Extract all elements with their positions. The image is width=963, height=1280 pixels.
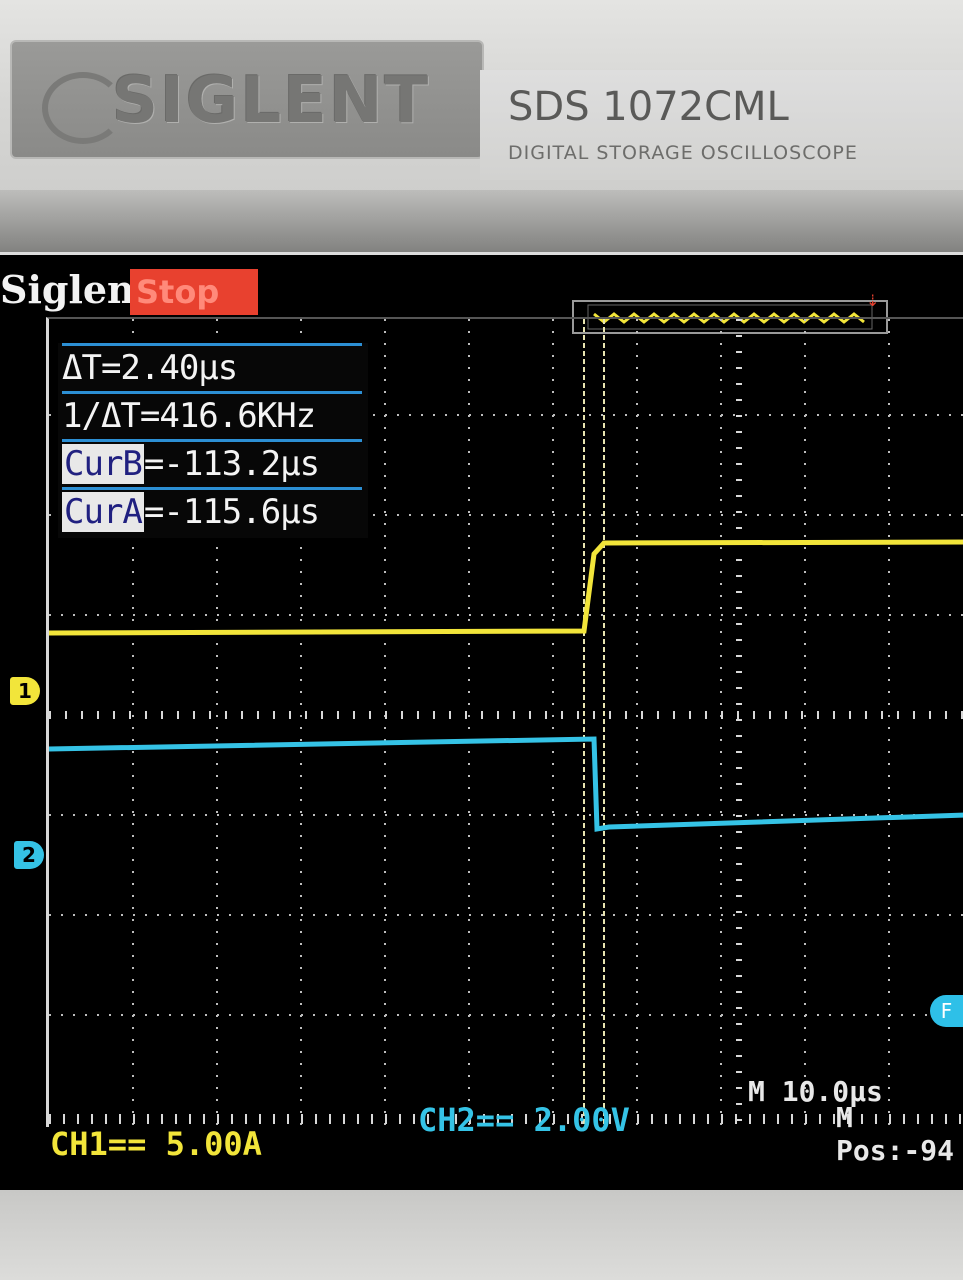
scope-screen: Siglent Stop ⇣ ΔT=2.40μs 1/ΔT=416.6KHz C… <box>0 252 963 1215</box>
ch1-ground-marker: 1 <box>10 677 40 705</box>
ch2-ground-marker: 2 <box>14 841 44 869</box>
delta-t-readout: ΔT=2.40μs <box>62 343 362 388</box>
brand-panel: SIGLENT <box>10 40 484 159</box>
trigger-position-icon: ⇣ <box>866 291 880 310</box>
ch1-scale-label: CH1== 5.00A <box>50 1125 262 1163</box>
cursor-a-readout: CurA=-115.6μs <box>62 487 362 532</box>
brand-logo-text: SIGLENT <box>112 64 431 138</box>
ch2-scale-label: CH2== 2.00V <box>418 1101 630 1139</box>
cursor-b-value: =-113.2μs <box>143 444 320 484</box>
inverse-delta-t-readout: 1/ΔT=416.6KHz <box>62 391 362 436</box>
run-state-badge: Stop <box>130 269 258 315</box>
model-description: DIGITAL STORAGE OSCILLOSCOPE <box>508 142 858 164</box>
cursor-b-label: CurB <box>62 444 144 484</box>
ch1-trace <box>48 539 963 636</box>
position-label: M Pos:-94 <box>836 1101 955 1167</box>
cursor-b-readout: CurB=-113.2μs <box>62 439 362 484</box>
cursor-a-value: =-115.6μs <box>143 492 320 532</box>
f-marker: F <box>930 995 963 1027</box>
bezel-shadow <box>0 190 963 260</box>
cursor-readout-panel: ΔT=2.40μs 1/ΔT=416.6KHz CurB=-113.2μs Cu… <box>58 343 368 538</box>
scope-bottom-bezel <box>0 1190 963 1280</box>
model-panel: SDS 1072CML DIGITAL STORAGE OSCILLOSCOPE <box>480 70 963 180</box>
cursor-a-label: CurA <box>62 492 144 532</box>
model-name: SDS 1072CML <box>508 84 789 130</box>
